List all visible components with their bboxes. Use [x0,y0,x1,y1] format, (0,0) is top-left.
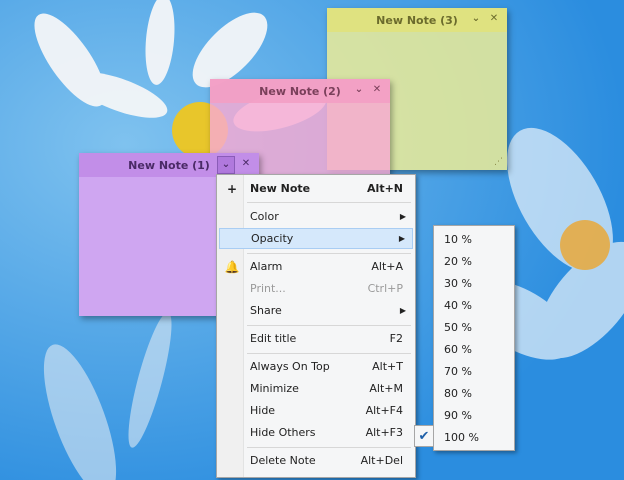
menu-item-always-on-top[interactable]: Always On Top Alt+T [219,356,413,377]
menu-item-delete-note[interactable]: Delete Note Alt+Del [219,450,413,471]
menu-separator [247,325,411,326]
note-title-bar[interactable]: New Note (2) ⌄ ✕ [210,79,390,103]
menu-item-opacity[interactable]: Opacity ▶ [219,228,413,249]
opacity-item-50[interactable]: 50 % [436,317,512,337]
bell-icon: 🔔 [224,259,240,274]
opacity-item-70[interactable]: 70 % [436,361,512,381]
opacity-item-80[interactable]: 80 % [436,383,512,403]
opacity-item-90[interactable]: 90 % [436,405,512,425]
menu-separator [247,447,411,448]
note-title: New Note (1) [128,158,210,172]
opacity-item-60[interactable]: 60 % [436,339,512,359]
opacity-item-40[interactable]: 40 % [436,295,512,315]
opacity-item-100[interactable]: 100 % [436,427,512,447]
menu-item-new-note[interactable]: + New Note Alt+N [219,178,413,199]
menu-item-hide-others[interactable]: Hide Others Alt+F3 [219,422,413,443]
menu-separator [247,353,411,354]
checkmark-icon: ✔ [414,425,433,447]
opacity-item-30[interactable]: 30 % [436,273,512,293]
plus-icon: + [226,181,238,196]
menu-item-color[interactable]: Color ▶ [219,206,413,227]
submenu-arrow-icon: ▶ [398,234,405,243]
opacity-submenu: 10 % 20 % 30 % 40 % 50 % 60 % 70 % 80 % … [433,225,515,451]
opacity-item-10[interactable]: 10 % [436,229,512,249]
note-context-menu: + New Note Alt+N Color ▶ Opacity ▶ 🔔 Ala… [216,174,416,478]
menu-item-edit-title[interactable]: Edit title F2 [219,328,413,349]
close-icon[interactable]: ✕ [487,12,501,26]
resize-grip-icon[interactable]: ⋰ [494,157,503,167]
note-title: New Note (2) [259,84,341,98]
close-icon[interactable]: ✕ [239,157,253,171]
close-icon[interactable]: ✕ [370,83,384,97]
chevron-down-icon[interactable]: ⌄ [217,156,235,174]
opacity-item-20[interactable]: 20 % [436,251,512,271]
menu-item-hide[interactable]: Hide Alt+F4 [219,400,413,421]
submenu-arrow-icon: ▶ [399,212,406,221]
note-title-bar[interactable]: New Note (3) ⌄ ✕ [327,8,507,32]
submenu-arrow-icon: ▶ [399,306,406,315]
chevron-down-icon[interactable]: ⌄ [352,83,366,97]
note-title: New Note (3) [376,13,458,27]
menu-item-share[interactable]: Share ▶ [219,300,413,321]
menu-item-minimize[interactable]: Minimize Alt+M [219,378,413,399]
menu-separator [247,202,411,203]
menu-separator [247,253,411,254]
menu-item-alarm[interactable]: 🔔 Alarm Alt+A [219,256,413,277]
menu-item-print[interactable]: Print... Ctrl+P [219,278,413,299]
chevron-down-icon[interactable]: ⌄ [469,12,483,26]
